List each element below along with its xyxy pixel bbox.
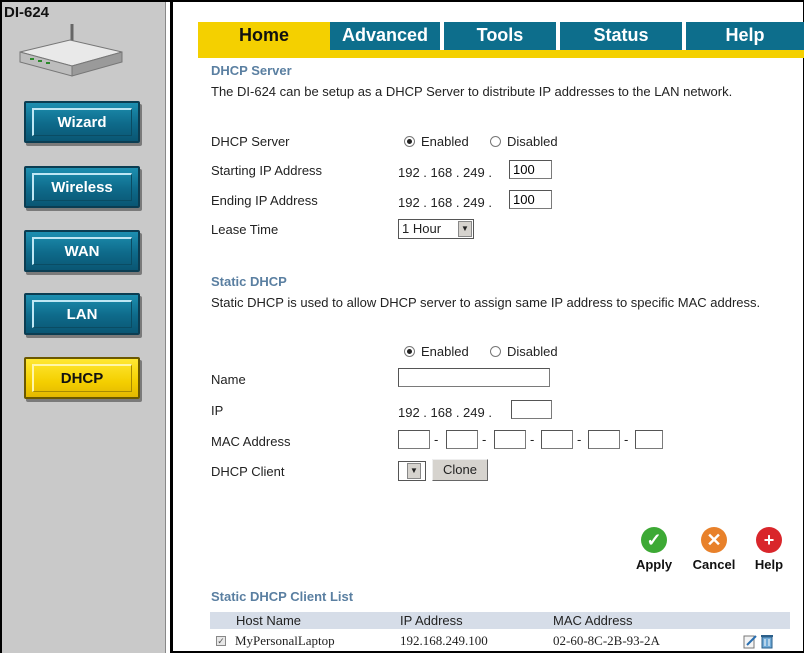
cancel-icon: ✕ [701,527,727,553]
ending-ip-prefix: 192 . 168 . 249 . [398,195,492,210]
cancel-label: Cancel [692,557,736,572]
column-header-mac: MAC Address [553,613,633,628]
apply-button[interactable]: ✓ Apply [630,527,678,572]
table-row: ✓ MyPersonalLaptop 192.168.249.100 02-60… [210,631,790,651]
tab-help[interactable]: Help [686,22,804,52]
mac-address-label: MAC Address [211,434,291,449]
mac-field-5[interactable] [588,430,620,449]
mac-separator: - [624,432,629,447]
tab-home[interactable]: Home [198,22,330,52]
mac-separator: - [482,432,487,447]
tab-status[interactable]: Status [560,22,682,52]
ending-ip-label: Ending IP Address [211,193,318,208]
dhcp-client-select[interactable]: ▼ [398,461,426,481]
checkmark-icon: ✓ [641,527,667,553]
dhcp-server-description: The DI-624 can be setup as a DHCP Server… [211,84,733,99]
dhcp-server-enabled-radio[interactable] [404,136,415,147]
sidebar-item-wizard[interactable]: Wizard [24,101,140,143]
dhcp-server-disabled-radio[interactable] [489,136,501,147]
tab-underline [198,50,804,58]
dhcp-client-label: DHCP Client [211,464,285,479]
section-title-static-dhcp: Static DHCP [211,274,287,289]
static-dhcp-disabled-radio[interactable] [489,346,501,357]
lease-time-select[interactable]: 1 Hour ▼ [398,219,474,239]
disabled-label: Disabled [506,134,558,149]
enabled-label: Enabled [421,134,469,149]
disabled-label: Disabled [506,344,558,359]
section-title-dhcp-server: DHCP Server [211,63,292,78]
sidebar-item-dhcp[interactable]: DHCP [24,357,140,399]
starting-ip-label: Starting IP Address [211,163,323,178]
trash-icon[interactable] [760,633,774,649]
lease-time-value: 1 Hour [402,221,442,236]
ip-prefix: 192 . 168 . 249 . [398,405,492,420]
mac-field-1[interactable] [398,430,430,449]
sidebar-item-label: LAN [66,305,98,323]
lease-time-label: Lease Time [211,222,279,237]
help-label: Help [754,557,784,572]
column-header-ip: IP Address [400,613,463,628]
sidebar-item-label: Wireless [51,178,113,196]
ip-label: IP [211,403,224,418]
starting-ip-field[interactable] [509,160,552,179]
mac-separator: - [577,432,582,447]
sidebar-item-label: WAN [64,242,100,260]
plus-icon: + [756,527,782,553]
section-title-client-list: Static DHCP Client List [211,589,354,604]
sidebar-item-wan[interactable]: WAN [24,230,140,272]
dhcp-server-radio-group: Enabled Disabled [404,134,558,149]
chevron-down-icon: ▼ [407,463,421,479]
row-ip: 192.168.249.100 [400,633,488,648]
mac-field-3[interactable] [494,430,526,449]
tab-tools[interactable]: Tools [444,22,556,52]
row-host: MyPersonalLaptop [235,633,335,648]
edit-icon[interactable] [743,633,759,649]
static-dhcp-radio-group: Enabled Disabled [404,344,558,359]
name-field[interactable] [398,368,550,387]
mac-separator: - [434,432,439,447]
mac-separator: - [530,432,535,447]
sidebar-item-wireless[interactable]: Wireless [24,166,140,208]
tab-bar: Home Advanced Tools Status Help [198,22,804,52]
ending-ip-field[interactable] [509,190,552,209]
ip-last-octet-field[interactable] [511,400,552,419]
name-label: Name [211,372,246,387]
starting-ip-prefix: 192 . 168 . 249 . [398,165,492,180]
row-checkbox[interactable]: ✓ [216,636,226,646]
cancel-button[interactable]: ✕ Cancel [686,527,742,572]
sidebar-divider-line [170,2,173,653]
static-dhcp-enabled-radio[interactable] [404,346,415,357]
column-header-host: Host Name [236,613,302,628]
apply-label: Apply [635,557,673,572]
mac-field-4[interactable] [541,430,573,449]
help-button[interactable]: + Help [748,527,790,572]
row-mac: 02-60-8C-2B-93-2A [553,633,660,648]
sidebar-item-label: Wizard [57,113,107,131]
client-list-header: Host Name IP Address MAC Address [210,612,790,629]
mac-field-6[interactable] [635,430,663,449]
static-dhcp-description: Static DHCP is used to allow DHCP server… [211,295,761,310]
enabled-label: Enabled [421,344,469,359]
router-image [19,24,123,77]
sidebar: DI-624 Wizard Wireless WAN LAN DHCP [2,2,166,653]
chevron-down-icon: ▼ [458,221,472,237]
sidebar-item-label: DHCP [60,369,104,387]
sidebar-item-lan[interactable]: LAN [24,293,140,335]
mac-field-2[interactable] [446,430,478,449]
tab-advanced[interactable]: Advanced [330,22,440,52]
model-label: DI-624 [4,4,50,21]
dhcp-server-label: DHCP Server [211,134,290,149]
clone-button[interactable]: Clone [432,459,488,481]
